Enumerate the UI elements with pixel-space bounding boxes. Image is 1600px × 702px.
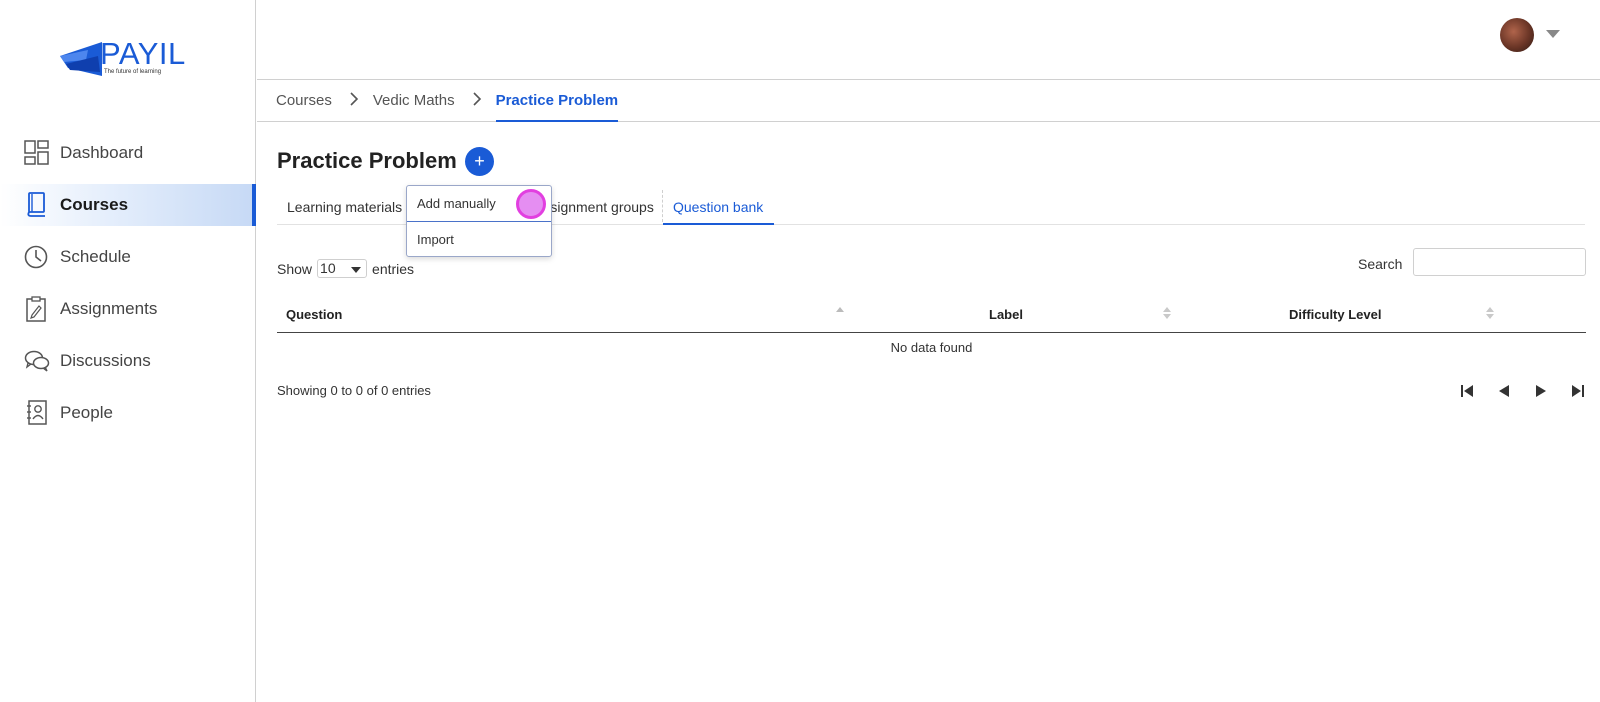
top-header xyxy=(257,0,1600,80)
entries-label: entries xyxy=(372,260,415,277)
caret-down-icon xyxy=(351,267,362,273)
sidebar-nav: Dashboard Courses Schedule Assignments D… xyxy=(0,132,256,444)
sidebar-item-people[interactable]: People xyxy=(0,392,256,434)
clipboard-icon xyxy=(24,296,50,322)
table-header: Question Label Difficulty Level xyxy=(277,300,1586,333)
column-header-difficulty[interactable]: Difficulty Level xyxy=(1289,307,1381,322)
sort-asc-icon[interactable] xyxy=(836,307,844,321)
entries-value: 10 xyxy=(320,260,336,276)
menu-item-import[interactable]: Import xyxy=(407,222,551,258)
dashboard-icon xyxy=(24,140,50,166)
sidebar-item-label: Discussions xyxy=(60,351,151,370)
clock-icon xyxy=(24,244,50,270)
search-input[interactable] xyxy=(1413,248,1586,276)
caret-down-icon[interactable] xyxy=(1546,30,1560,38)
first-page-icon[interactable] xyxy=(1448,382,1485,400)
prev-page-icon[interactable] xyxy=(1485,382,1522,400)
column-header-label[interactable]: Label xyxy=(989,307,1023,322)
book-icon xyxy=(24,192,50,218)
logo-wordmark: PAYIL xyxy=(100,36,186,71)
show-label: Show xyxy=(277,260,313,277)
user-avatar[interactable] xyxy=(1500,18,1534,52)
column-header-question[interactable]: Question xyxy=(286,307,342,322)
sidebar-item-schedule[interactable]: Schedule xyxy=(0,236,256,278)
breadcrumb-courses[interactable]: Courses xyxy=(276,80,332,122)
sidebar-item-courses[interactable]: Courses xyxy=(0,184,256,226)
pagination xyxy=(1448,382,1596,400)
page-title: Practice Problem xyxy=(277,148,457,173)
entries-select[interactable]: 10 xyxy=(317,259,368,278)
click-indicator xyxy=(516,189,546,219)
last-page-icon[interactable] xyxy=(1559,382,1596,400)
search-label: Search xyxy=(1358,256,1403,272)
sidebar-item-label: Schedule xyxy=(60,247,131,266)
tab-learning-materials[interactable]: Learning materials xyxy=(287,188,402,225)
chat-bubbles-icon xyxy=(24,348,50,374)
sidebar-item-assignments[interactable]: Assignments xyxy=(0,288,256,330)
sort-icon[interactable] xyxy=(1163,307,1171,321)
sidebar-item-label: People xyxy=(60,403,113,422)
tab-question-bank[interactable]: Question bank xyxy=(663,188,774,225)
sidebar-item-label: Courses xyxy=(60,195,129,214)
logo-wing-icon xyxy=(60,42,102,76)
empty-table-message: No data found xyxy=(890,340,973,355)
breadcrumb-practice-problem[interactable]: Practice Problem xyxy=(495,80,619,122)
sidebar-item-label: Dashboard xyxy=(60,143,144,162)
contacts-icon xyxy=(24,400,50,426)
show-entries-control: Show 10 entries xyxy=(277,259,414,278)
chevron-right-icon xyxy=(350,80,359,110)
breadcrumb: Courses Vedic Maths Practice Problem xyxy=(257,80,1600,122)
sidebar: PAYIL The future of learning Dashboard C… xyxy=(0,0,256,702)
sidebar-item-dashboard[interactable]: Dashboard xyxy=(0,132,256,174)
sidebar-item-discussions[interactable]: Discussions xyxy=(0,340,256,382)
logo-tagline: The future of learning xyxy=(104,69,162,75)
chevron-right-icon xyxy=(473,80,482,110)
next-page-icon[interactable] xyxy=(1522,382,1559,400)
payil-logo[interactable]: PAYIL The future of learning xyxy=(58,34,198,78)
breadcrumb-vedic-maths[interactable]: Vedic Maths xyxy=(373,80,455,122)
sort-icon[interactable] xyxy=(1486,307,1494,321)
sidebar-item-label: Assignments xyxy=(60,299,158,318)
add-button[interactable]: + xyxy=(465,147,494,176)
table-summary: Showing 0 to 0 of 0 entries xyxy=(277,383,431,398)
